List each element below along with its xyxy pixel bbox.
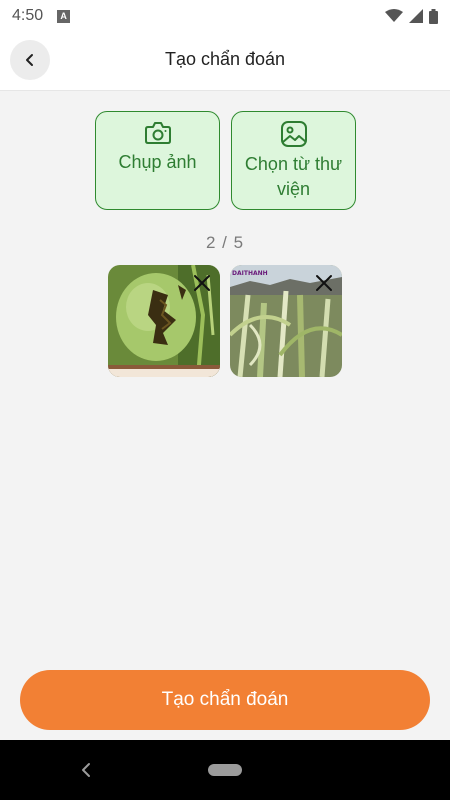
nav-home-button[interactable] <box>208 764 242 776</box>
take-photo-button[interactable]: Chụp ảnh <box>95 111 220 210</box>
choose-from-gallery-label: Chọn từ thư viện <box>244 154 343 199</box>
nav-back-icon[interactable] <box>78 760 94 780</box>
app-bar: Tạo chẩn đoán <box>0 32 450 91</box>
text-icon: A <box>57 9 71 23</box>
battery-icon <box>429 8 438 24</box>
photo-counter: 2 / 5 <box>205 233 245 252</box>
photo-thumbnails: DAITHANH <box>108 265 342 377</box>
status-time: 4:50 <box>12 7 44 24</box>
camera-icon <box>144 122 171 144</box>
choose-from-gallery-button[interactable]: Chọn từ thư viện <box>231 111 356 210</box>
photo-source-actions: Chụp ảnh Chọn từ thư viện <box>95 111 356 210</box>
wifi-icon <box>385 9 403 22</box>
create-diagnosis-button[interactable]: Tạo chẩn đoán <box>20 670 430 730</box>
status-icons <box>385 8 438 24</box>
close-icon[interactable] <box>190 271 214 295</box>
system-nav-bar <box>0 740 450 800</box>
photo-thumbnail-tomato <box>108 265 220 377</box>
status-bar: 4:50 A <box>0 0 450 32</box>
signal-icon <box>409 9 423 23</box>
gallery-icon <box>280 121 307 147</box>
page-title: Tạo chẩn đoán <box>164 49 286 69</box>
close-icon[interactable] <box>312 271 336 295</box>
svg-text:DAITHANH: DAITHANH <box>232 270 268 277</box>
take-photo-label: Chụp ảnh <box>118 152 197 172</box>
photo-thumbnail-corn: DAITHANH <box>230 265 342 377</box>
